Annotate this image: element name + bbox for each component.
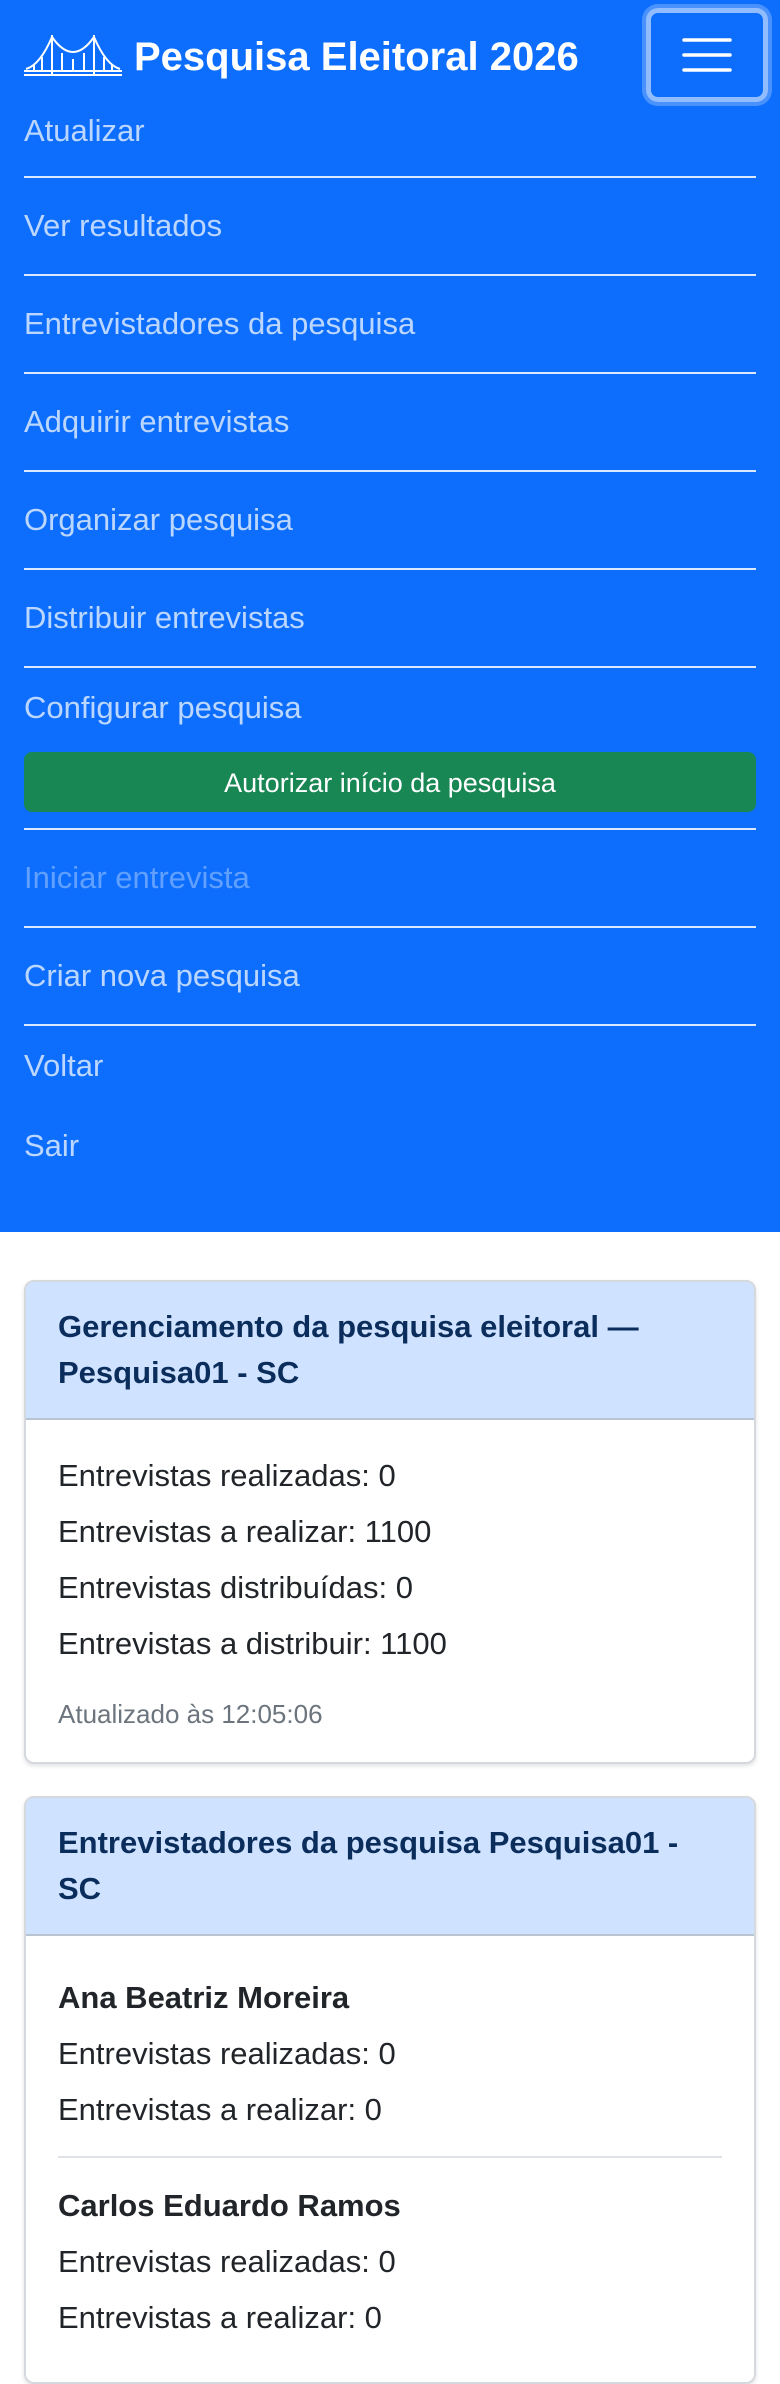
navbar-toggler-button[interactable]: [646, 8, 768, 102]
nav-link-organizar-pesquisa[interactable]: Organizar pesquisa: [24, 472, 756, 568]
authorize-button-row: Autorizar início da pesquisa: [24, 748, 756, 828]
main-content: Gerenciamento da pesquisa eleitoral — Pe…: [0, 1232, 780, 2384]
nav-item-atualizar: Atualizar: [24, 106, 756, 178]
nav-item-voltar: Voltar: [24, 1026, 756, 1106]
management-card-title: Gerenciamento da pesquisa eleitoral — Pe…: [26, 1282, 754, 1420]
interviewer-done: Entrevistas realizadas: 0: [58, 2036, 396, 2071]
nav-item-criar-nova-pesquisa: Criar nova pesquisa: [24, 928, 756, 1026]
nav-link-iniciar-entrevista: Iniciar entrevista: [24, 860, 250, 895]
nav-item-organizar-pesquisa: Organizar pesquisa: [24, 472, 756, 570]
nav-item-distribuir-entrevistas: Distribuir entrevistas: [24, 570, 756, 668]
nav-link-criar-nova-pesquisa[interactable]: Criar nova pesquisa: [24, 928, 756, 1024]
brand-row: Pesquisa Eleitoral 2026: [24, 0, 768, 114]
nav-link-voltar[interactable]: Voltar: [24, 1026, 756, 1106]
hamburger-menu-icon: [682, 38, 732, 72]
interviewer-todo: Entrevistas a realizar: 0: [58, 2300, 382, 2335]
navbar: Pesquisa Eleitoral 2026 Atualizar Ver re…: [0, 0, 780, 1232]
nav-link-sair[interactable]: Sair: [24, 1106, 756, 1186]
brand-title[interactable]: Pesquisa Eleitoral 2026: [134, 35, 579, 80]
nav-link-ver-resultados[interactable]: Ver resultados: [24, 178, 756, 274]
nav-item-ver-resultados: Ver resultados: [24, 178, 756, 276]
authorize-survey-button[interactable]: Autorizar início da pesquisa: [24, 752, 756, 812]
management-card: Gerenciamento da pesquisa eleitoral — Pe…: [24, 1280, 756, 1764]
management-card-body: Entrevistas realizadas: 0 Entrevistas a …: [26, 1420, 754, 1762]
interviewer-name: Carlos Eduardo Ramos: [58, 2188, 401, 2223]
nav-link-distribuir-entrevistas[interactable]: Distribuir entrevistas: [24, 570, 756, 666]
interviewer-name: Ana Beatriz Moreira: [58, 1980, 350, 2015]
nav-link-adquirir-entrevistas[interactable]: Adquirir entrevistas: [24, 374, 756, 470]
interviewer-item: Carlos Eduardo Ramos Entrevistas realiza…: [58, 2156, 722, 2354]
nav-item-entrevistadores: Entrevistadores da pesquisa: [24, 276, 756, 374]
interviewer-done: Entrevistas realizadas: 0: [58, 2244, 396, 2279]
stat-entrevistas-realizadas: Entrevistas realizadas: 0: [58, 1458, 396, 1493]
interviewers-card-title: Entrevistadores da pesquisa Pesquisa01 -…: [26, 1798, 754, 1936]
nav-item-sair: Sair: [24, 1106, 756, 1186]
interviewer-todo: Entrevistas a realizar: 0: [58, 2092, 382, 2127]
interviewers-card: Entrevistadores da pesquisa Pesquisa01 -…: [24, 1796, 756, 2384]
nav-link-configurar-pesquisa[interactable]: Configurar pesquisa: [24, 668, 756, 748]
nav-item-iniciar-entrevista: Iniciar entrevista: [24, 830, 756, 928]
nav-item-adquirir-entrevistas: Adquirir entrevistas: [24, 374, 756, 472]
stat-entrevistas-distribuidas: Entrevistas distribuídas: 0: [58, 1570, 413, 1605]
interviewers-card-body: Ana Beatriz Moreira Entrevistas realizad…: [26, 1936, 754, 2382]
updated-timestamp: Atualizado às 12:05:06: [58, 1699, 323, 1729]
nav-menu: Atualizar Ver resultados Entrevistadores…: [24, 106, 756, 1186]
nav-link-atualizar[interactable]: Atualizar: [24, 106, 756, 176]
stat-entrevistas-a-distribuir: Entrevistas a distribuir: 1100: [58, 1626, 447, 1661]
nav-item-configurar-pesquisa: Configurar pesquisa Autorizar início da …: [24, 668, 756, 830]
stat-entrevistas-a-realizar: Entrevistas a realizar: 1100: [58, 1514, 432, 1549]
interviewer-item: Ana Beatriz Moreira Entrevistas realizad…: [58, 1964, 722, 2146]
nav-link-entrevistadores[interactable]: Entrevistadores da pesquisa: [24, 276, 756, 372]
bridge-logo-icon[interactable]: [24, 29, 122, 85]
